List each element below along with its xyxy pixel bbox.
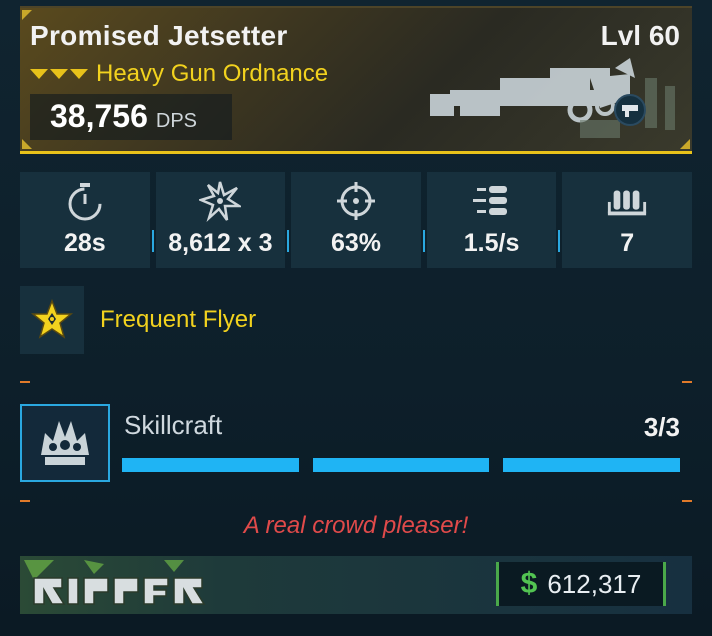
stat-damage[interactable]: 8,612 x 3 xyxy=(151,172,286,268)
item-header: Promised Jetsetter Lvl 60 Heavy Gun Ordn… xyxy=(20,6,692,154)
weapon-image xyxy=(430,58,675,138)
star-perk-icon xyxy=(20,286,84,354)
rarity-bar xyxy=(20,151,692,154)
dps-value: 38,756 xyxy=(50,98,148,134)
stat-accuracy[interactable]: 63% xyxy=(287,172,421,268)
skillcraft-label: Skillcraft xyxy=(124,410,223,440)
stat-cooldown[interactable]: 28s xyxy=(20,172,150,268)
stopwatch-icon xyxy=(64,180,106,222)
stats-row: 28s 8,612 x 3 63% 1.5/s 7 xyxy=(20,172,692,268)
stat-value: 1.5/s xyxy=(463,229,520,257)
dps-box: 38,756 DPS xyxy=(30,94,232,140)
stat-value: 7 xyxy=(620,229,635,257)
stat-value: 8,612 x 3 xyxy=(168,229,273,257)
impact-burst-icon xyxy=(199,180,242,222)
ripper-logo xyxy=(24,560,206,605)
skillcraft-bar-segment xyxy=(503,458,681,472)
stat-divider xyxy=(422,230,425,252)
rarity-row: Heavy Gun Ordnance xyxy=(30,60,328,88)
price-box: $ 612,317 xyxy=(496,562,666,606)
stat-value: 63% xyxy=(330,229,381,257)
item-type: Heavy Gun Ordnance xyxy=(96,60,329,87)
skillcraft-progress xyxy=(122,458,681,472)
section-divider xyxy=(20,381,692,383)
perk-name: Frequent Flyer xyxy=(100,306,257,333)
stat-fire-rate[interactable]: 1.5/s xyxy=(422,172,557,268)
skillcraft-bar-segment xyxy=(312,458,490,472)
stat-magazine[interactable]: 7 xyxy=(558,172,692,268)
item-card: Promised Jetsetter Lvl 60 Heavy Gun Ordn… xyxy=(0,0,712,636)
flavor-text: A real crowd pleaser! xyxy=(243,512,469,539)
stat-divider xyxy=(151,230,154,252)
crosshair-icon xyxy=(335,180,377,222)
stat-divider xyxy=(558,230,561,252)
dps-unit: DPS xyxy=(155,110,197,132)
rarity-chevrons-icon xyxy=(30,69,88,79)
ammo-icon xyxy=(606,180,648,222)
skillcraft-crowd-icon[interactable] xyxy=(20,404,110,482)
perk-row[interactable]: Frequent Flyer xyxy=(20,286,256,354)
stat-value: 28s xyxy=(63,229,106,257)
skillcraft-count: 3/3 xyxy=(643,412,680,442)
price-value: 612,317 xyxy=(547,568,642,599)
stat-divider xyxy=(287,230,290,252)
item-name: Promised Jetsetter xyxy=(30,20,288,51)
fire-rate-icon xyxy=(471,180,513,222)
item-footer: $ 612,317 xyxy=(20,556,692,614)
dollar-icon: $ xyxy=(520,567,538,600)
section-divider xyxy=(20,500,692,502)
corner-accent xyxy=(22,10,32,20)
corner-accent xyxy=(22,139,32,149)
skillcraft-bar-segment xyxy=(122,458,299,472)
